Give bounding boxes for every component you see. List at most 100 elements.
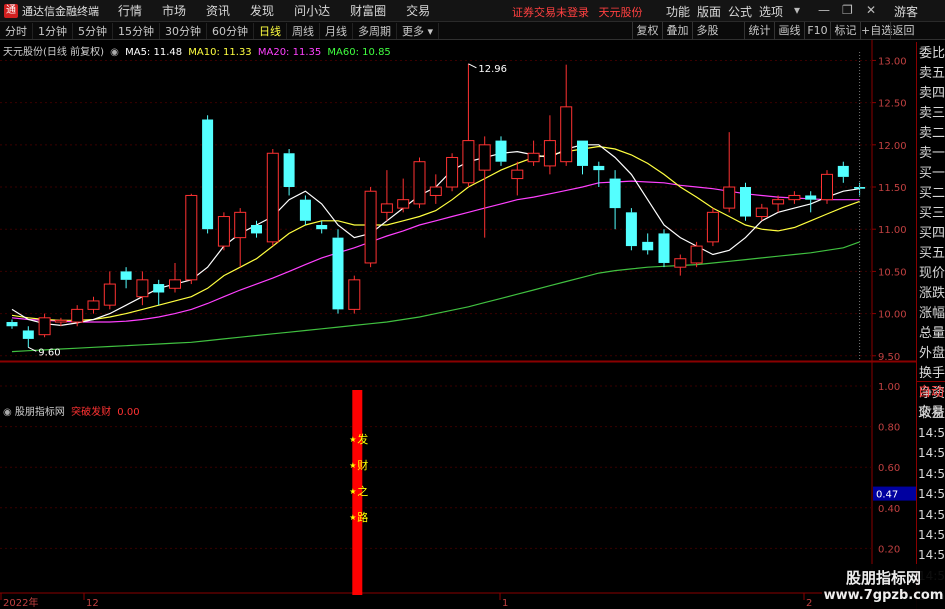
maximize-icon[interactable]: ❐ (842, 3, 853, 17)
rp-outer[interactable]: 外盘 (919, 344, 945, 364)
ind-tick-label: 0.60 (878, 463, 900, 474)
candle-body-up (772, 199, 785, 205)
menu-ask[interactable]: 问小达 (284, 2, 340, 19)
rp-trade-time: 14:56 (918, 507, 945, 522)
btn-adjust[interactable]: 复权 (632, 22, 662, 40)
candle-body-up (38, 317, 51, 336)
candle-body-up (511, 169, 524, 180)
btn-multi-stock[interactable]: 多股 (692, 22, 722, 40)
close-icon[interactable]: ✕ (866, 3, 876, 17)
menu-formula[interactable]: 公式 (728, 3, 752, 20)
btn-overlay[interactable]: 叠加 (662, 22, 692, 40)
signal-char: 财 (357, 458, 368, 472)
price-tick-label: 12.50 (878, 99, 907, 110)
period-15min[interactable]: 15分钟 (113, 22, 160, 39)
tdx-logo-icon: 通 (4, 3, 18, 18)
watermark: 股朋指标网 www.7gpzb.com (822, 564, 945, 609)
rp-change-pct[interactable]: 涨幅 (919, 304, 945, 324)
guest-user[interactable]: 游客 (894, 3, 918, 20)
minimize-icon[interactable]: — (818, 3, 830, 17)
menu-news[interactable]: 资讯 (196, 2, 240, 19)
candle-body-up (690, 245, 703, 264)
rp-auto[interactable]: 自动 (918, 383, 944, 403)
candle-body-up (234, 211, 247, 239)
signal-char: 之 (357, 484, 368, 498)
candle-body-up (397, 199, 410, 209)
stock-tag: 天元股份 (598, 6, 643, 19)
date-label: 1 (502, 598, 508, 609)
period-monthly[interactable]: 月线 (320, 22, 353, 39)
candle-body-down (740, 187, 751, 217)
price-tick-label: 11.00 (878, 225, 907, 236)
candle-body-up (217, 216, 230, 247)
login-alert[interactable]: 证券交易未登录 天元股份 (512, 4, 643, 20)
menu-layout[interactable]: 版面 (697, 3, 721, 20)
period-tick[interactable]: 分时 (0, 22, 33, 39)
period-daily[interactable]: 日线 (254, 22, 287, 39)
btn-stats[interactable]: 统计 (744, 22, 774, 40)
period-5min[interactable]: 5分钟 (73, 22, 113, 39)
rp-ask2[interactable]: 卖二 (919, 124, 945, 144)
rp-bid2[interactable]: 买二 (919, 184, 945, 204)
btn-mark[interactable]: 标记 (830, 22, 860, 40)
menu-discover[interactable]: 发现 (240, 2, 284, 19)
menu-function[interactable]: 功能 (666, 3, 690, 20)
price-tick-label: 12.00 (878, 141, 907, 152)
period-30min[interactable]: 30分钟 (160, 22, 207, 39)
rp-bid3[interactable]: 买三 (919, 204, 945, 224)
price-tick-label: 10.00 (878, 310, 907, 321)
signal-star: ★ (349, 513, 356, 522)
rp-price[interactable]: 现价 (919, 264, 945, 284)
period-60min[interactable]: 60分钟 (207, 22, 254, 39)
period-1min[interactable]: 1分钟 (33, 22, 73, 39)
candle-body-down (202, 119, 214, 230)
login-status: 证券交易未登录 (512, 6, 589, 19)
period-more[interactable]: 更多 ▾ (397, 22, 440, 39)
menu-market[interactable]: 市场 (152, 2, 196, 19)
candle-body-up (71, 308, 84, 323)
candle-body-up (380, 203, 393, 213)
kline-chart[interactable]: 13.0012.5012.0011.5011.0010.5010.009.501… (0, 40, 916, 609)
rp-ask5[interactable]: 卖五 (919, 64, 945, 84)
candle-body-up (429, 186, 442, 196)
app-title: 通达信金融终端 (22, 4, 99, 18)
menu-dropdown-icon[interactable]: ▾ (794, 3, 800, 17)
watermark-title: 股朋指标网 (845, 569, 921, 587)
signal-star: ★ (349, 487, 356, 496)
candle-body-up (543, 140, 556, 167)
candle-body-down (625, 212, 637, 247)
menu-options[interactable]: 选项 (759, 3, 783, 20)
btn-back[interactable]: 返回 (890, 22, 916, 40)
rp-bid4[interactable]: 买四 (919, 224, 945, 244)
rp-trades[interactable]: 交易 (918, 403, 944, 423)
period-multi[interactable]: 多周期 (353, 22, 397, 39)
menu-trade[interactable]: 交易 (396, 2, 440, 19)
rp-trade-time: 14:56 (918, 446, 945, 461)
btn-f10[interactable]: F10 (804, 22, 830, 40)
date-label: 12 (86, 598, 99, 609)
high-price-label: 12.96 (478, 64, 507, 75)
rp-bid1[interactable]: 买一 (919, 164, 945, 184)
period-weekly[interactable]: 周线 (287, 22, 320, 39)
candle-body-up (54, 319, 67, 323)
candle-body-down (495, 140, 507, 162)
ind-tick-label: 0.20 (878, 544, 900, 555)
cursor-value-label: 0.47 (876, 490, 898, 501)
rp-bid5[interactable]: 买五 (919, 244, 945, 264)
candle-body-up (527, 152, 540, 163)
rp-change[interactable]: 涨跌 (919, 284, 945, 304)
rp-volume[interactable]: 总量 (919, 324, 945, 344)
candle-body-up (169, 279, 181, 289)
candle-body-up (788, 194, 801, 201)
menu-wealth[interactable]: 财富圈 (340, 2, 396, 19)
rp-trade-time: 14:56 (918, 548, 945, 563)
ind-tick-label: 1.00 (878, 382, 900, 393)
rp-ask4[interactable]: 卖四 (919, 84, 945, 104)
menu-quotes[interactable]: 行情 (108, 2, 152, 19)
rp-ask3[interactable]: 卖三 (919, 104, 945, 124)
rp-ask1[interactable]: 卖一 (919, 144, 945, 164)
ind-tick-label: 0.40 (878, 504, 900, 515)
rp-committee-ratio[interactable]: 委比 (919, 44, 945, 64)
btn-draw[interactable]: 画线 (774, 22, 804, 40)
btn-add-watch[interactable]: +自选 (860, 22, 892, 40)
